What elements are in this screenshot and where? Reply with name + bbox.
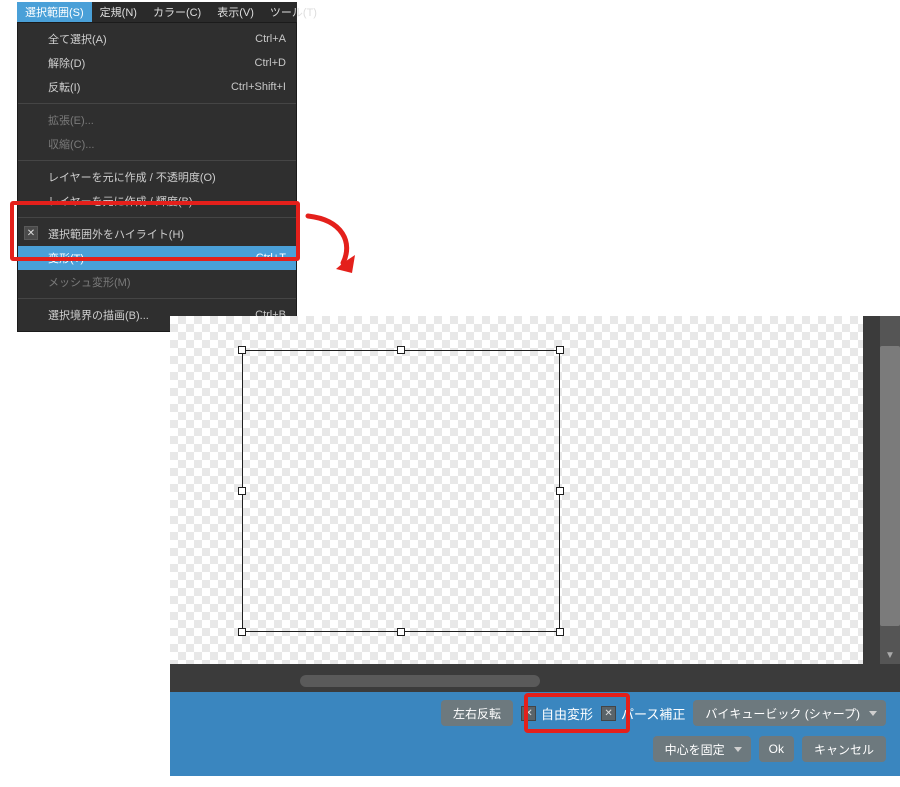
handle-sw[interactable] — [238, 628, 246, 636]
scrollbar-thumb[interactable] — [880, 346, 900, 626]
menu-ruler[interactable]: 定規(N) — [92, 2, 145, 22]
menu-item-label: 全て選択(A) — [48, 31, 107, 47]
menu-view[interactable]: 表示(V) — [209, 2, 262, 22]
menu-item-label: メッシュ変形(M) — [48, 274, 131, 290]
handle-se[interactable] — [556, 628, 564, 636]
menu-mesh-transform[interactable]: メッシュ変形(M) — [18, 270, 296, 294]
scrollbar-thumb[interactable] — [300, 675, 540, 687]
menu-item-shortcut: Ctrl+Shift+I — [231, 81, 286, 93]
menu-item-label: 反転(I) — [48, 79, 80, 95]
menu-selection[interactable]: 選択範囲(S) — [17, 2, 92, 22]
handle-ne[interactable] — [556, 346, 564, 354]
menu-bar[interactable]: 選択範囲(S) 定規(N) カラー(C) 表示(V) ツール(T) — [17, 2, 297, 22]
transform-bounding-box[interactable] — [242, 350, 560, 632]
menu-item-label: 拡張(E)... — [48, 112, 94, 128]
handle-n[interactable] — [397, 346, 405, 354]
menu-contract[interactable]: 収縮(C)... — [18, 132, 296, 156]
handle-w[interactable] — [238, 487, 246, 495]
annotation-arrow-icon — [298, 208, 368, 278]
canvas[interactable] — [170, 316, 863, 664]
horizontal-scrollbar[interactable] — [170, 668, 900, 694]
menu-from-layer-opacity[interactable]: レイヤーを元に作成 / 不透明度(O) — [18, 165, 296, 189]
menu-tool[interactable]: ツール(T) — [262, 2, 325, 22]
editor-window: ▼ 左右反転 ✕ 自由変形 ✕ パース補正 バイキュービック (シャープ) 中心… — [170, 316, 900, 776]
menu-separator — [18, 160, 296, 161]
menu-expand[interactable]: 拡張(E)... — [18, 108, 296, 132]
menu-item-label: 収縮(C)... — [48, 136, 94, 152]
menu-item-shortcut: Ctrl+A — [255, 33, 286, 45]
vertical-scrollbar[interactable]: ▼ — [880, 316, 900, 664]
menu-item-shortcut: Ctrl+D — [255, 57, 286, 69]
menu-select-all[interactable]: 全て選択(A) Ctrl+A — [18, 27, 296, 51]
handle-nw[interactable] — [238, 346, 246, 354]
menu-invert[interactable]: 反転(I) Ctrl+Shift+I — [18, 75, 296, 99]
menu-color[interactable]: カラー(C) — [145, 2, 209, 22]
menu-item-label: 解除(D) — [48, 55, 85, 71]
menu-deselect[interactable]: 解除(D) Ctrl+D — [18, 51, 296, 75]
menu-item-label: 選択境界の描画(B)... — [48, 307, 149, 323]
annotation-highlight-box — [10, 201, 300, 261]
toggle-label: パース補正 — [621, 704, 685, 723]
interpolation-dropdown[interactable]: バイキュービック (シャープ) — [693, 700, 886, 726]
cancel-button[interactable]: キャンセル — [802, 736, 886, 762]
handle-e[interactable] — [556, 487, 564, 495]
annotation-highlight-box — [524, 693, 630, 733]
menu-separator — [18, 103, 296, 104]
menu-item-label: レイヤーを元に作成 / 不透明度(O) — [48, 169, 216, 185]
scroll-down-icon[interactable]: ▼ — [882, 650, 898, 664]
menu-separator — [18, 298, 296, 299]
ok-button[interactable]: Ok — [759, 736, 794, 762]
canvas-area — [170, 316, 870, 676]
fix-center-dropdown[interactable]: 中心を固定 — [653, 736, 751, 762]
transform-toolbar: 左右反転 ✕ 自由変形 ✕ パース補正 バイキュービック (シャープ) 中心を固… — [170, 692, 900, 776]
flip-horizontal-button[interactable]: 左右反転 — [441, 700, 513, 726]
selection-dropdown: 全て選択(A) Ctrl+A 解除(D) Ctrl+D 反転(I) Ctrl+S… — [17, 22, 297, 332]
handle-s[interactable] — [397, 628, 405, 636]
